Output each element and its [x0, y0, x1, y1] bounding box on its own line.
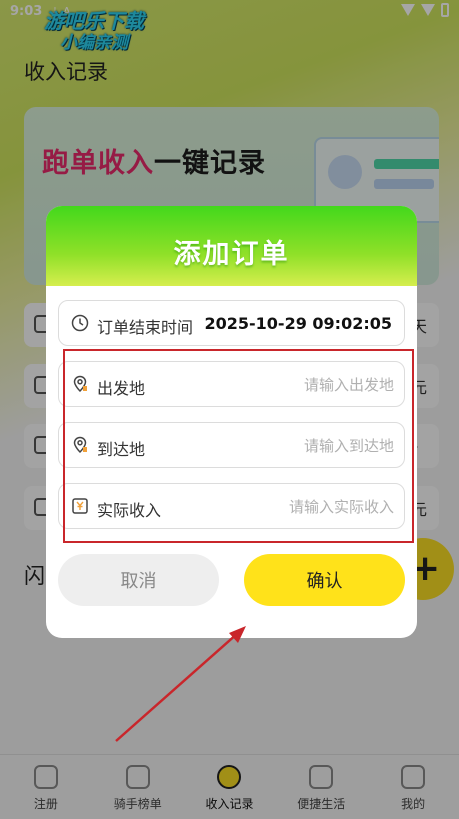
annotation-arrow-icon — [115, 626, 246, 742]
